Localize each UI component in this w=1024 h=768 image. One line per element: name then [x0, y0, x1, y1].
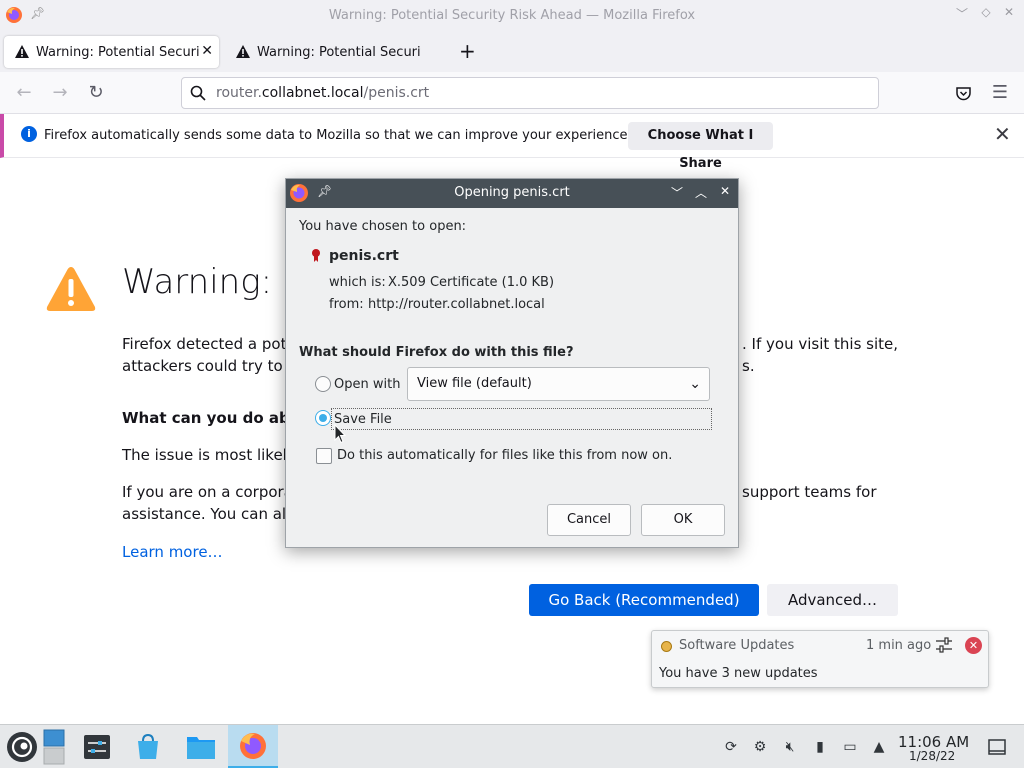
- issue-text: The issue is most likely: [122, 446, 296, 464]
- close-dialog-icon[interactable]: ✕: [717, 184, 733, 198]
- auto-action-checkbox[interactable]: [316, 448, 332, 464]
- menu-icon[interactable]: ☰: [990, 83, 1010, 103]
- taskbar-system-settings[interactable]: [75, 725, 119, 768]
- warning-icon: [236, 45, 250, 58]
- pin-icon[interactable]: 📌︎: [30, 6, 45, 20]
- minimize-icon[interactable]: ﹀: [952, 5, 972, 22]
- search-icon: [190, 85, 206, 101]
- notification-time: 1 min ago: [866, 638, 932, 653]
- open-with-radio[interactable]: [315, 376, 331, 392]
- auto-action-label[interactable]: Do this automatically for files like thi…: [337, 448, 672, 463]
- certificate-icon: [312, 249, 320, 262]
- learn-more-link[interactable]: Learn more…: [122, 543, 223, 561]
- network-icon[interactable]: ▭: [841, 738, 859, 756]
- mouse-cursor-icon: [334, 424, 346, 444]
- close-notification-icon[interactable]: ✕: [994, 122, 1011, 146]
- open-with-selected-value: View file (default): [417, 376, 532, 391]
- clock-date[interactable]: 1/28/22: [909, 749, 955, 763]
- volume-muted-icon[interactable]: 🔇︎: [781, 738, 799, 756]
- removable-devices-icon[interactable]: ▮: [811, 738, 829, 756]
- notification-app-name: Software Updates: [679, 638, 795, 653]
- save-file-radio[interactable]: [315, 410, 331, 426]
- system-settings-icon: [84, 735, 110, 759]
- firefox-logo-icon: [240, 732, 266, 759]
- url-path: /penis.crt: [363, 85, 430, 101]
- assistance-text: assistance. You can also: [122, 505, 304, 523]
- question-heading: What should Firefox do with this file?: [299, 345, 574, 360]
- tab-close-icon[interactable]: ✕: [201, 43, 213, 59]
- configure-icon[interactable]: [935, 636, 953, 654]
- tab-2[interactable]: Warning: Potential Security Risk Ahead: [225, 36, 440, 68]
- warning-triangle-icon: [46, 267, 96, 311]
- description-text-2: attackers could try to st: [122, 357, 302, 375]
- nav-bar: ← → ↻ router. collabnet.local/penis.crt ☰: [0, 72, 1024, 114]
- description-text-2-right: s.: [742, 357, 755, 375]
- updates-tray-icon[interactable]: ⟳: [722, 738, 740, 756]
- virtual-desktop-icon: [43, 729, 65, 765]
- ok-button[interactable]: OK: [641, 504, 725, 536]
- url-host: collabnet.local: [261, 85, 364, 101]
- url-bar[interactable]: router. collabnet.local/penis.crt: [181, 77, 879, 109]
- reload-button[interactable]: ↻: [86, 83, 106, 103]
- software-updates-icon: [661, 641, 672, 652]
- tab-label: Warning: Potential Security Risk Ahead: [257, 44, 421, 60]
- open-with-select[interactable]: View file (default) ⌄: [407, 367, 710, 401]
- notification-body: You have 3 new updates: [659, 666, 818, 681]
- tab-1[interactable]: Warning: Potential Security Risk Ahead ✕: [4, 36, 219, 68]
- choose-what-i-share-button[interactable]: Choose What I Share: [628, 122, 773, 171]
- corporate-text-right: support teams for: [742, 483, 877, 501]
- software-store-icon: [138, 733, 158, 759]
- taskbar-file-manager[interactable]: [179, 725, 223, 768]
- chevron-down-icon: ⌄: [689, 376, 701, 392]
- kde-connect-icon[interactable]: ⚙︎: [751, 738, 769, 756]
- go-back-button[interactable]: Go Back (Recommended): [529, 584, 759, 616]
- data-collection-notification: i Firefox automatically sends some data …: [0, 114, 1024, 171]
- from-value: http://router.collabnet.local: [368, 297, 545, 312]
- file-type-value: X.509 Certificate (1.0 KB): [388, 275, 555, 290]
- warning-icon: [15, 45, 29, 58]
- window-titlebar: 📌︎ Warning: Potential Security Risk Ahea…: [0, 0, 1024, 30]
- taskbar-discover[interactable]: [126, 725, 170, 768]
- maximize-icon[interactable]: ︿: [693, 184, 709, 201]
- new-tab-button[interactable]: +: [459, 39, 476, 63]
- firefox-logo-icon: [6, 7, 22, 23]
- dialog-titlebar: 📌︎ Opening penis.crt ﹀ ︿ ✕: [286, 179, 738, 208]
- chosen-to-open-label: You have chosen to open:: [299, 219, 467, 234]
- forward-button[interactable]: →: [50, 83, 70, 103]
- notification-message: Firefox automatically sends some data to…: [44, 128, 632, 143]
- advanced-button[interactable]: Advanced…: [767, 584, 898, 616]
- show-desktop-icon[interactable]: [988, 739, 1006, 755]
- close-window-icon[interactable]: ✕: [999, 5, 1019, 19]
- maximize-icon[interactable]: ◇: [976, 5, 996, 19]
- minimize-icon[interactable]: ﹀: [669, 184, 685, 201]
- tab-label: Warning: Potential Security Risk Ahead: [36, 44, 200, 60]
- which-is-label: which is:: [329, 275, 386, 290]
- opensuse-logo-icon: [7, 732, 37, 762]
- cancel-button[interactable]: Cancel: [547, 504, 631, 536]
- tab-strip: Warning: Potential Security Risk Ahead ✕…: [0, 30, 1024, 72]
- file-name: penis.crt: [329, 248, 399, 264]
- software-updates-notification[interactable]: Software Updates 1 min ago ✕ You have 3 …: [651, 630, 989, 688]
- taskbar: ⟳ ⚙︎ 🔇︎ ▮ ▭ ▲ 11:06 AM 1/28/22: [0, 724, 1024, 768]
- info-icon: i: [21, 126, 37, 142]
- description-text: Firefox detected a pote: [122, 335, 296, 353]
- close-notification-icon[interactable]: ✕: [965, 637, 982, 654]
- what-can-you-do-heading: What can you do abou: [122, 409, 311, 427]
- from-label: from:: [329, 297, 364, 312]
- tray-expand-icon[interactable]: ▲: [870, 738, 888, 756]
- description-text-right: . If you visit this site,: [742, 335, 899, 353]
- window-title: Warning: Potential Security Risk Ahead —…: [328, 7, 696, 23]
- url-prefix: router.: [216, 85, 262, 101]
- pocket-icon[interactable]: [955, 85, 972, 102]
- back-button[interactable]: ←: [14, 83, 34, 103]
- taskbar-firefox[interactable]: [228, 725, 278, 768]
- folder-icon: [187, 737, 215, 759]
- opening-file-dialog: 📌︎ Opening penis.crt ﹀ ︿ ✕ You have chos…: [285, 178, 739, 548]
- open-with-label[interactable]: Open with: [334, 377, 400, 392]
- corporate-text: If you are on a corporat: [122, 483, 299, 501]
- pager-widget[interactable]: [36, 725, 72, 768]
